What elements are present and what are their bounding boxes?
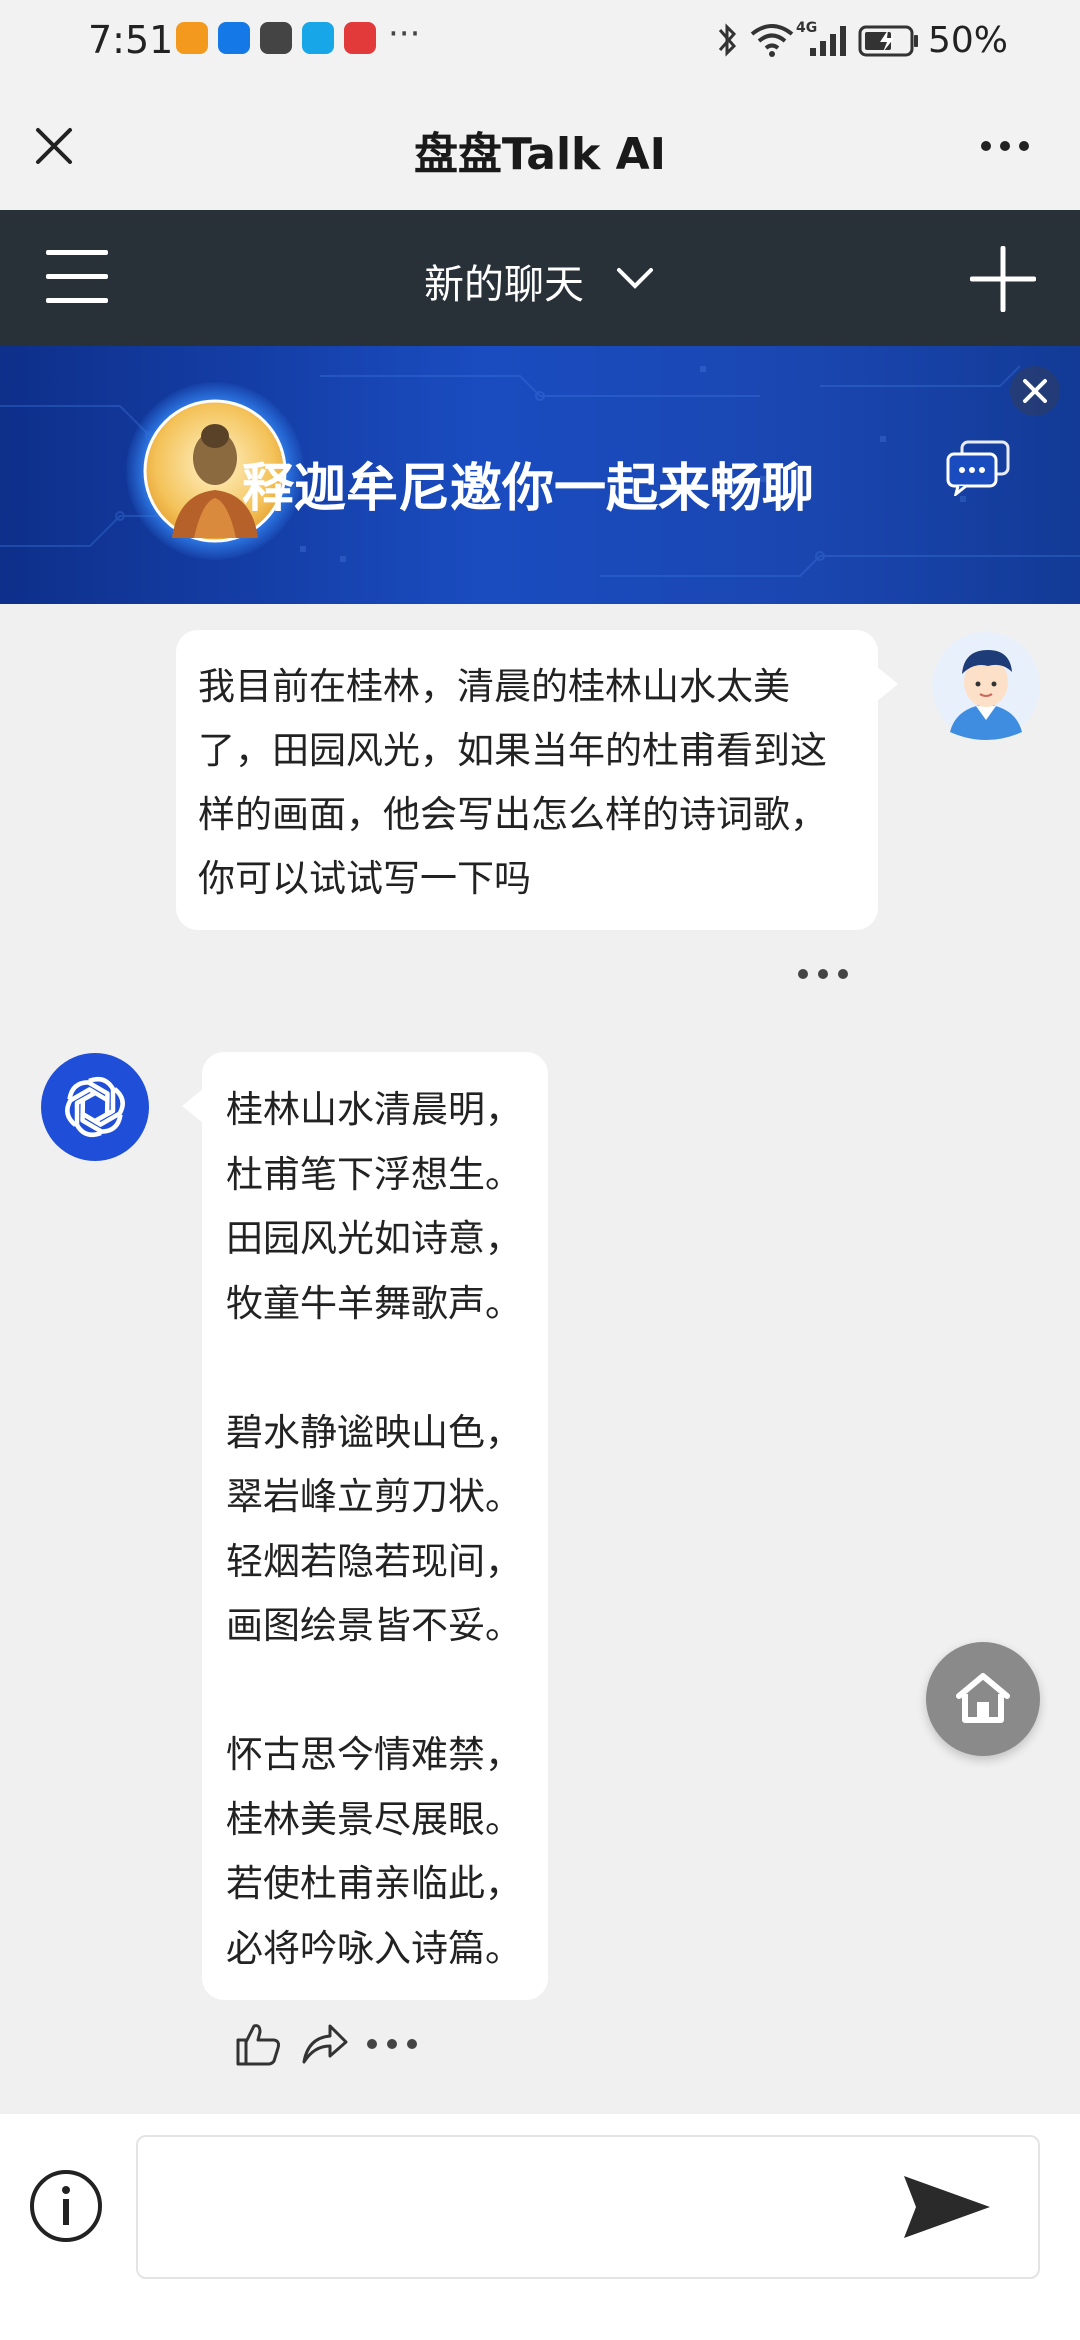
chat-bubbles-icon <box>946 440 1010 496</box>
poem-line: 碧水静谧映山色， <box>226 1410 522 1454</box>
poem-line: 轻烟若隐若现间， <box>226 1539 522 1583</box>
more-dots-icon[interactable] <box>366 2036 418 2052</box>
share-icon[interactable] <box>300 2022 350 2066</box>
banner-text: 释迦牟尼邀你一起来畅聊 <box>242 459 815 519</box>
poem-stanza-break <box>226 1336 522 1401</box>
bubble-tail <box>182 1088 204 1124</box>
openai-logo <box>41 1053 149 1161</box>
thumbs-up-icon[interactable] <box>234 2020 282 2068</box>
poem-line: 杜甫笔下浮想生。 <box>226 1152 522 1196</box>
user-avatar[interactable] <box>932 632 1040 740</box>
poem-line: 必将吟咏入诗篇。 <box>226 1926 522 1970</box>
user-message-text: 我目前在桂林，清晨的桂林山水太美了，田园风光，如果当年的杜甫看到这样的画面，他会… <box>198 665 827 900</box>
status-more-icon: ··· <box>388 14 421 54</box>
poem-stanza-break <box>226 1659 522 1724</box>
battery-percent: 50% <box>928 20 1009 61</box>
home-button[interactable] <box>926 1642 1040 1756</box>
poem-line: 若使杜甫亲临此， <box>226 1862 522 1905</box>
hamburger-menu-icon[interactable] <box>44 248 110 306</box>
poem-line: 牧童牛羊舞歌声。 <box>226 1281 522 1325</box>
plus-icon[interactable] <box>970 246 1036 312</box>
bubble-tail <box>876 666 898 702</box>
poem-line: 桂林美景尽展眼。 <box>226 1797 522 1841</box>
assistant-message-text: 桂林山水清晨明， 杜甫笔下浮想生。 田园风光如诗意， 牧童牛羊舞歌声。 碧水静谧映山色，… <box>226 1078 522 1981</box>
chevron-down-icon <box>617 268 653 289</box>
wifi-icon <box>750 24 794 57</box>
poem-line: 桂林山水清晨明， <box>226 1088 522 1131</box>
more-dots-icon[interactable] <box>978 136 1032 156</box>
message-more-icon[interactable] <box>796 966 850 982</box>
home-icon <box>956 1673 1010 1723</box>
battery-icon <box>858 25 918 57</box>
blue-bulb-app-icon <box>218 22 250 54</box>
status-time: 7:51 <box>88 18 174 62</box>
huawei-app-icon <box>260 22 292 54</box>
search-app-icon <box>302 22 334 54</box>
send-icon[interactable] <box>900 2172 994 2242</box>
signal-icon <box>810 26 846 56</box>
poem-line: 画图绘景皆不妥。 <box>226 1604 522 1647</box>
chat-title-dropdown[interactable]: 新的聊天 <box>420 252 660 312</box>
bluetooth-icon <box>718 23 737 57</box>
orange-app-icon <box>176 22 208 54</box>
chat-title: 新的聊天 <box>424 262 584 308</box>
poem-line: 田园风光如诗意， <box>226 1217 522 1260</box>
page-title: 盘盘Talk AI <box>413 129 667 180</box>
poem-line: 怀古思今情难禁， <box>226 1733 522 1776</box>
banner-close-icon[interactable] <box>1008 364 1062 418</box>
red-book-app-icon <box>344 22 376 54</box>
info-icon[interactable] <box>28 2168 104 2244</box>
poem-line: 翠岩峰立剪刀状。 <box>226 1475 522 1518</box>
promo-banner[interactable]: 释迦牟尼邀你一起来畅聊 <box>0 346 1080 604</box>
